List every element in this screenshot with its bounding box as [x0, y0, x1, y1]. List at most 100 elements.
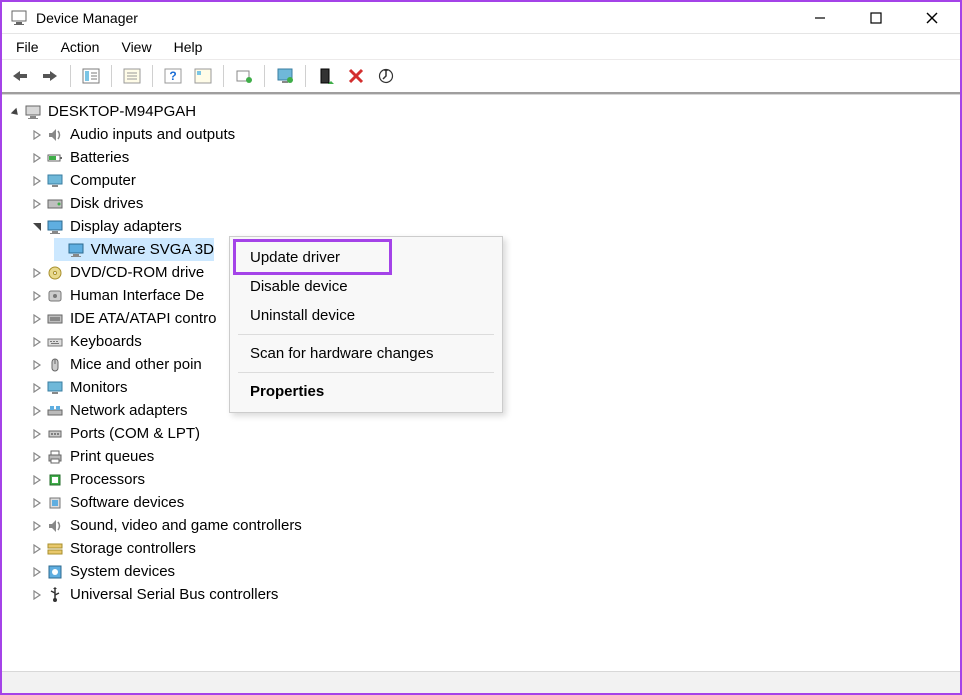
update-driver-button[interactable]: [231, 63, 257, 89]
expander-icon[interactable]: [30, 312, 44, 326]
hid-icon: [46, 287, 64, 305]
mouse-icon: [46, 356, 64, 374]
back-button[interactable]: [7, 63, 33, 89]
expander-icon[interactable]: [30, 128, 44, 142]
tree-category-node[interactable]: Batteries: [6, 146, 956, 169]
close-button[interactable]: [904, 2, 960, 34]
expander-icon[interactable]: [30, 174, 44, 188]
toolbar-separator: [264, 65, 265, 87]
tree-category-node[interactable]: Ports (COM & LPT): [6, 422, 956, 445]
ctx-update-driver[interactable]: Update driver: [230, 243, 502, 272]
expander-icon[interactable]: [30, 496, 44, 510]
expander-icon[interactable]: [30, 588, 44, 602]
tree-category-label: Storage controllers: [70, 538, 196, 560]
menu-help[interactable]: Help: [164, 37, 213, 57]
tree-category-label: Computer: [70, 170, 136, 192]
expander-icon[interactable]: [30, 473, 44, 487]
properties-button[interactable]: [119, 63, 145, 89]
ctx-disable-device[interactable]: Disable device: [230, 272, 502, 301]
keyboard-icon: [46, 333, 64, 351]
tree-category-label: System devices: [70, 561, 175, 583]
tree-category-label: Human Interface De: [70, 285, 204, 307]
tree-category-node[interactable]: System devices: [6, 560, 956, 583]
window-controls: [792, 2, 960, 33]
tree-category-label: Disk drives: [70, 193, 143, 215]
tree-category-node[interactable]: Audio inputs and outputs: [6, 123, 956, 146]
menubar: File Action View Help: [2, 34, 960, 60]
tree-root-node[interactable]: DESKTOP-M94PGAH: [6, 100, 956, 123]
uninstall-device-button[interactable]: [343, 63, 369, 89]
tree-category-label: Ports (COM & LPT): [70, 423, 200, 445]
expander-icon[interactable]: [30, 427, 44, 441]
tree-category-label: Network adapters: [70, 400, 188, 422]
toolbar: ?: [2, 60, 960, 94]
help-button[interactable]: ?: [160, 63, 186, 89]
context-menu: Update driver Disable device Uninstall d…: [229, 236, 503, 413]
sound-icon: [46, 517, 64, 535]
expander-icon[interactable]: [30, 220, 44, 234]
expander-icon[interactable]: [30, 404, 44, 418]
system-icon: [46, 563, 64, 581]
expander-icon[interactable]: [8, 105, 22, 119]
toolbar-separator: [111, 65, 112, 87]
expander-icon[interactable]: [30, 381, 44, 395]
software-icon: [46, 494, 64, 512]
disable-device-button[interactable]: [313, 63, 339, 89]
action-button[interactable]: [190, 63, 216, 89]
tree-category-node[interactable]: Print queues: [6, 445, 956, 468]
menu-file[interactable]: File: [6, 37, 49, 57]
show-hide-tree-button[interactable]: [78, 63, 104, 89]
ctx-properties[interactable]: Properties: [230, 377, 502, 406]
expander-icon[interactable]: [30, 289, 44, 303]
tree-category-node[interactable]: Universal Serial Bus controllers: [6, 583, 956, 606]
ctx-scan-hardware[interactable]: Scan for hardware changes: [230, 339, 502, 368]
ctx-uninstall-device[interactable]: Uninstall device: [230, 301, 502, 330]
expander-icon[interactable]: [30, 450, 44, 464]
tree-device-node[interactable]: VMware SVGA 3D: [54, 238, 214, 261]
ide-icon: [46, 310, 64, 328]
expander-icon[interactable]: [30, 197, 44, 211]
expander-icon[interactable]: [30, 358, 44, 372]
expander-icon[interactable]: [30, 542, 44, 556]
tree-category-label: Monitors: [70, 377, 128, 399]
titlebar: Device Manager: [2, 2, 960, 34]
toolbar-separator: [305, 65, 306, 87]
tree-root-label: DESKTOP-M94PGAH: [48, 101, 196, 123]
cpu-icon: [46, 471, 64, 489]
tree-category-label: IDE ATA/ATAPI contro: [70, 308, 216, 330]
tree-category-node[interactable]: Sound, video and game controllers: [6, 514, 956, 537]
tree-category-node[interactable]: Processors: [6, 468, 956, 491]
dvd-icon: [46, 264, 64, 282]
menu-view[interactable]: View: [111, 37, 161, 57]
port-icon: [46, 425, 64, 443]
tree-category-node[interactable]: Display adapters: [6, 215, 956, 238]
device-manager-window: Device Manager File Action View Help: [0, 0, 962, 695]
expander-icon[interactable]: [30, 266, 44, 280]
audio-icon: [46, 126, 64, 144]
expander-icon[interactable]: [30, 151, 44, 165]
display-icon: [46, 218, 64, 236]
tree-category-node[interactable]: Storage controllers: [6, 537, 956, 560]
tree-category-label: Display adapters: [70, 216, 182, 238]
device-manager-icon: [10, 9, 28, 27]
tree-category-node[interactable]: Software devices: [6, 491, 956, 514]
storage-icon: [46, 540, 64, 558]
tree-category-label: Processors: [70, 469, 145, 491]
tree-category-label: Keyboards: [70, 331, 142, 353]
toolbar-separator: [70, 65, 71, 87]
enable-device-button[interactable]: [272, 63, 298, 89]
network-icon: [46, 402, 64, 420]
expander-icon[interactable]: [30, 565, 44, 579]
minimize-button[interactable]: [792, 2, 848, 34]
tree-category-node[interactable]: Computer: [6, 169, 956, 192]
toolbar-separator: [223, 65, 224, 87]
tree-category-label: Mice and other poin: [70, 354, 202, 376]
menu-action[interactable]: Action: [51, 37, 110, 57]
scan-hardware-button[interactable]: [373, 63, 399, 89]
printer-icon: [46, 448, 64, 466]
expander-icon[interactable]: [30, 519, 44, 533]
forward-button[interactable]: [37, 63, 63, 89]
expander-icon[interactable]: [30, 335, 44, 349]
maximize-button[interactable]: [848, 2, 904, 34]
tree-category-node[interactable]: Disk drives: [6, 192, 956, 215]
